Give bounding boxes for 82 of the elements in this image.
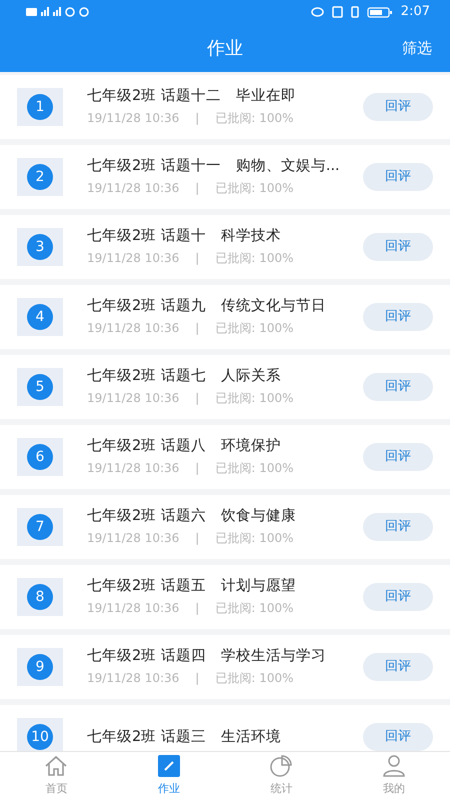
edit-icon (158, 754, 180, 777)
review-button[interactable]: 回评 (363, 93, 433, 121)
assignment-title: 七年级2班 话题十一 购物、文娱与... (87, 157, 341, 176)
reviewed-rate: 已批阅: 100% (215, 530, 294, 547)
reviewed-rate: 已批阅: 100% (215, 390, 294, 407)
meta-separator: | (195, 460, 200, 477)
number-badge: 2 (27, 164, 53, 190)
meta-separator: | (195, 320, 200, 337)
assignment-title: 七年级2班 话题八 环境保护 (87, 437, 282, 456)
reviewed-rate: 已批阅: 100% (215, 320, 294, 337)
number-badge: 10 (27, 724, 53, 750)
review-button[interactable]: 回评 (363, 443, 433, 471)
reviewed-rate: 已批阅: 100% (215, 250, 294, 267)
pie-chart-icon (269, 754, 294, 777)
assignment-row[interactable]: 1 七年级2班 话题十二 毕业在即 19/11/28 10:36 | 已批阅: 100% 回评 (0, 75, 450, 139)
assignment-row[interactable]: 3 七年级2班 话题十 科学技术 19/11/28 10:36 | 已批阅: 100% 回评 (0, 215, 450, 279)
reviewed-rate: 已批阅: 100% (215, 600, 294, 617)
review-button[interactable]: 回评 (363, 233, 433, 261)
number-badge: 4 (27, 304, 53, 330)
assignment-row[interactable]: 5 七年级2班 话题七 人际关系 19/11/28 10:36 | 已批阅: 100% 回评 (0, 355, 450, 419)
review-button[interactable]: 回评 (363, 513, 433, 541)
number-badge: 8 (27, 584, 53, 610)
assignment-row[interactable]: 8 七年级2班 话题五 计划与愿望 19/11/28 10:36 | 已批阅: 100% 回评 (0, 565, 450, 629)
assignment-date: 19/11/28 10:36 (87, 530, 180, 547)
meta-separator: | (195, 530, 200, 547)
assignment-row[interactable]: 2 七年级2班 话题十一 购物、文娱与... 19/11/28 10:36 | 已批阅: 100% 回评 (0, 145, 450, 209)
page-title: 作业 (207, 36, 243, 60)
review-button[interactable]: 回评 (363, 163, 433, 191)
assignment-row[interactable]: 4 七年级2班 话题九 传统文化与节日 19/11/28 10:36 | 已批阅: 100% 回评 (0, 285, 450, 349)
assignment-title: 七年级2班 话题十二 毕业在即 (87, 87, 297, 106)
assignment-title: 七年级2班 话题五 计划与愿望 (87, 577, 297, 596)
reviewed-rate: 已批阅: 100% (215, 460, 294, 477)
meta-separator: | (195, 390, 200, 407)
assignment-title: 七年级2班 话题四 学校生活与学习 (87, 647, 327, 666)
assignment-title: 七年级2班 话题七 人际关系 (87, 367, 282, 386)
number-badge: 3 (27, 234, 53, 260)
tab-item[interactable]: 我的 (338, 752, 450, 800)
review-button[interactable]: 回评 (363, 723, 433, 751)
assignment-date: 19/11/28 10:36 (87, 390, 180, 407)
reviewed-rate: 已批阅: 100% (215, 110, 294, 127)
meta-separator: | (195, 250, 200, 267)
battery-icon (366, 6, 393, 18)
signal-icon (53, 6, 61, 18)
signal-icon (41, 6, 49, 18)
assignment-date: 19/11/28 10:36 (87, 600, 180, 617)
review-button[interactable]: 回评 (363, 653, 433, 681)
assignment-date: 19/11/28 10:36 (87, 670, 180, 687)
assignment-row[interactable]: 6 七年级2班 话题八 环境保护 19/11/28 10:36 | 已批阅: 100% 回评 (0, 425, 450, 489)
assignment-title: 七年级2班 话题十 科学技术 (87, 227, 282, 246)
filter-button[interactable]: 筛选 (402, 36, 432, 60)
assignment-title: 七年级2班 话题六 饮食与健康 (87, 507, 297, 526)
person-icon (382, 754, 406, 777)
number-badge: 9 (27, 654, 53, 680)
meta-separator: | (195, 110, 200, 127)
review-button[interactable]: 回评 (363, 583, 433, 611)
assignment-title: 七年级2班 话题九 传统文化与节日 (87, 297, 327, 316)
tab-item[interactable]: 统计 (225, 752, 338, 800)
number-badge: 1 (27, 94, 53, 120)
number-badge: 6 (27, 444, 53, 470)
meta-separator: | (195, 180, 200, 197)
eye-icon (310, 6, 324, 18)
tab-item[interactable]: 作业 (112, 752, 225, 800)
clock-time: 2:07 (400, 3, 430, 22)
meta-separator: | (195, 600, 200, 617)
reviewed-rate: 已批阅: 100% (215, 670, 294, 687)
meta-separator: | (195, 670, 200, 687)
assignment-row[interactable]: 7 七年级2班 话题六 饮食与健康 19/11/28 10:36 | 已批阅: 100% 回评 (0, 495, 450, 559)
home-icon (44, 754, 68, 777)
assignment-date: 19/11/28 10:36 (87, 110, 180, 127)
assignment-date: 19/11/28 10:36 (87, 250, 180, 267)
assignment-date: 19/11/28 10:36 (87, 180, 180, 197)
assignment-row[interactable]: 10 七年级2班 话题三 生活环境 回评 (0, 705, 450, 751)
review-button[interactable]: 回评 (363, 303, 433, 331)
assignment-title: 七年级2班 话题三 生活环境 (87, 728, 282, 746)
reviewed-rate: 已批阅: 100% (215, 180, 294, 197)
assignment-row[interactable]: 9 七年级2班 话题四 学校生活与学习 19/11/28 10:36 | 已批阅: 100% 回评 (0, 635, 450, 699)
assignment-date: 19/11/28 10:36 (87, 320, 180, 337)
tab-item[interactable]: 首页 (0, 752, 112, 800)
number-badge: 5 (27, 374, 53, 400)
assignment-date: 19/11/28 10:36 (87, 460, 180, 477)
number-badge: 7 (27, 514, 53, 540)
review-button[interactable]: 回评 (363, 373, 433, 401)
